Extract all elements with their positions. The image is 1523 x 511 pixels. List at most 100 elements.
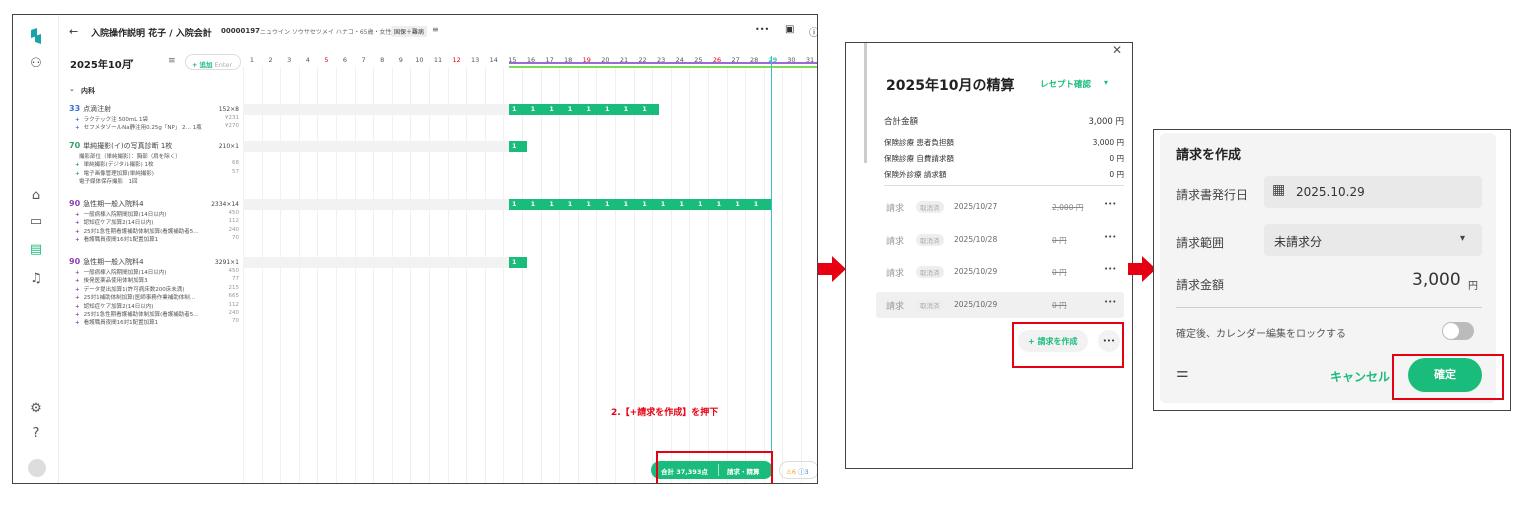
bar-cell-count: 1 [530,200,536,208]
grid-column-line [801,67,802,483]
subitem-label: 25対1補助体制加算(医師事務作業補助体制… [83,295,196,302]
lock-toggle[interactable] [1442,322,1474,340]
cancelled-badge: 取消済 [916,298,944,311]
bill-more-icon[interactable]: ••• [1104,265,1116,273]
ledger-icon[interactable]: ▤ [27,241,45,259]
cancel-button[interactable]: キャンセル [1330,368,1390,385]
amount-label: 請求金額 [1176,278,1225,292]
bill-amount: 0 円 [1052,300,1067,310]
grid-column-line [503,67,505,483]
bar-cell-count: 1 [530,105,536,113]
amount-line-label: 保険診療 患者負担額 [884,138,954,147]
amount-line: 合計金額 3,000 円 [884,115,1124,127]
bill-more-icon[interactable]: ••• [1104,298,1116,306]
bill-row[interactable]: 請求 取消済 2025/10/27 2,000 円 ••• [876,194,1124,220]
bar-cell-count: 1 [567,105,573,113]
id-card-icon[interactable]: ▣ [785,24,794,35]
bill-row[interactable]: 請求 取消済 2025/10/29 0 円 ••• [876,291,1124,318]
schedule-bar[interactable]: 1 1 1 1 1 1 1 1 [509,104,659,115]
subitem-value: ¥270 [225,123,239,130]
alerts-chip[interactable]: ⚠6 ⓘ3 [779,461,817,479]
user-search-icon[interactable]: ⚇ [27,55,45,73]
grid-column-line [670,67,672,483]
grid-column-line [373,67,375,483]
close-icon[interactable]: ✕ [1112,43,1122,57]
grid-column-line [615,67,616,483]
receipt-check-link[interactable]: レセプト確認 [1040,78,1091,90]
order-subitem: +25対1補助体制加算(医師事務作業補助体制… [75,293,195,301]
issue-date-field[interactable]: ▦ 2025.10.29 [1264,176,1482,208]
grid-column-line [243,67,244,483]
settlement-panel: ✕ 2025年10月の精算 レセプト確認 ▾ 合計金額 3,000 円保険診療 患… [845,42,1133,469]
highlight-box [1392,354,1504,400]
gear-icon[interactable]: ⚙ [27,400,45,418]
bill-row[interactable]: 請求 取消済 2025/10/28 0 円 ••• [876,227,1124,253]
order-item[interactable]: 90 急性期一般入院料4 [69,257,144,267]
order-subitem: + 一般病棟入院期間加算(14日以内) [75,210,166,218]
avatar[interactable] [28,459,46,477]
subitem-label: データ提出加算1(許可病床数200床未満) [83,286,185,293]
hospital-icon[interactable]: ⌂ [27,187,45,205]
arrow-right-icon [818,256,846,282]
order-qty: 152×8 [218,106,239,113]
bar-cell-count: 1 [512,142,517,150]
subitem-label: 認知症ケア加算2(14日以内) [83,303,154,310]
subitem-label: 電子媒体保存撮影 1回 [79,179,138,186]
scrollbar[interactable] [864,43,867,163]
bill-more-icon[interactable]: ••• [1104,200,1116,208]
calendar-screen: ⚇ ⌂ ▭ ▤ ♫ ⚙ ? ← 入院操作説明 花子 / 入院会計 0000019… [12,14,818,484]
subitem-value: ¥231 [225,115,239,121]
help-icon[interactable]: ? [27,425,45,443]
settings-sliders-icon[interactable]: ⚌ [1176,365,1189,381]
bill-row[interactable]: 請求 取消済 2025/10/29 0 円 ••• [876,259,1124,285]
receipt-chevron-icon[interactable]: ▾ [1104,78,1108,87]
plus-icon: + [75,237,80,244]
schedule-bar[interactable]: 1 [509,257,527,268]
order-qty: 210×1 [218,143,239,150]
bill-date: 2025/10/28 [954,234,998,244]
notes-icon[interactable]: ≡ [432,25,439,34]
bill-amount: 0 円 [1052,235,1067,245]
order-item[interactable]: 33 点滴注射 [69,104,111,114]
cancelled-badge: 取消済 [916,233,944,246]
filter-icon[interactable]: ≡ [168,56,176,66]
bill-date: 2025/10/29 [954,299,998,309]
back-arrow-icon[interactable]: ← [69,25,78,38]
bell-icon[interactable]: ♫ [27,270,45,288]
info-icon[interactable]: ⓘ [809,24,817,39]
range-select[interactable]: 未請求分 ▾ [1264,224,1482,256]
schedule-bar[interactable]: 1 1 1 1 1 1 1 1 1 1 1 1 1 1 [509,199,771,210]
plus-icon: + [75,228,80,235]
subitem-label: 電子画像管理加算(単純撮影) [83,170,154,177]
grid-column-line [596,67,598,483]
amount-line: 保険診療 自費請求額 0 円 [884,153,1124,164]
amount-line-value: 3,000 円 [1092,138,1124,147]
grid-column-line [559,67,561,483]
more-icon[interactable]: ••• [755,25,769,34]
schedule-bar[interactable]: 1 [509,141,527,152]
day-label: 6 [342,56,348,64]
subitem-value: 665 [228,293,240,300]
bar-cell-count: 1 [549,105,554,113]
grid-column-line [763,67,765,483]
grid-column-line [652,67,654,483]
subitem-value: 70 [232,235,239,242]
bar-cell-count: 1 [642,200,647,208]
order-item[interactable]: 90 急性期一般入院料4 [69,199,144,209]
add-button[interactable]: + 追加 Enter [185,54,241,70]
month-selector[interactable]: 2025年10月 [70,56,132,71]
day-label: 2 [268,56,273,64]
row-shade [243,141,509,152]
order-subitem: + 認知症ケア加算2(14日以内) [75,302,153,310]
subitem-label: 一般病棟入院期間加算(14日以内) [83,270,167,276]
grid-column-line [429,67,430,483]
cancelled-badge: 取消済 [916,201,944,213]
grid-column-line [522,67,523,483]
bill-more-icon[interactable]: ••• [1104,233,1116,241]
bar-cell-count: 1 [567,200,573,208]
chevron-down-icon[interactable]: ▾ [130,57,134,65]
row-shade [243,199,509,210]
bed-icon[interactable]: ▭ [27,213,45,231]
dept-chevron-icon[interactable]: ⌄ [69,85,75,93]
order-item[interactable]: 70 単純撮影(イ)の写真診断 1枚 [69,141,172,151]
